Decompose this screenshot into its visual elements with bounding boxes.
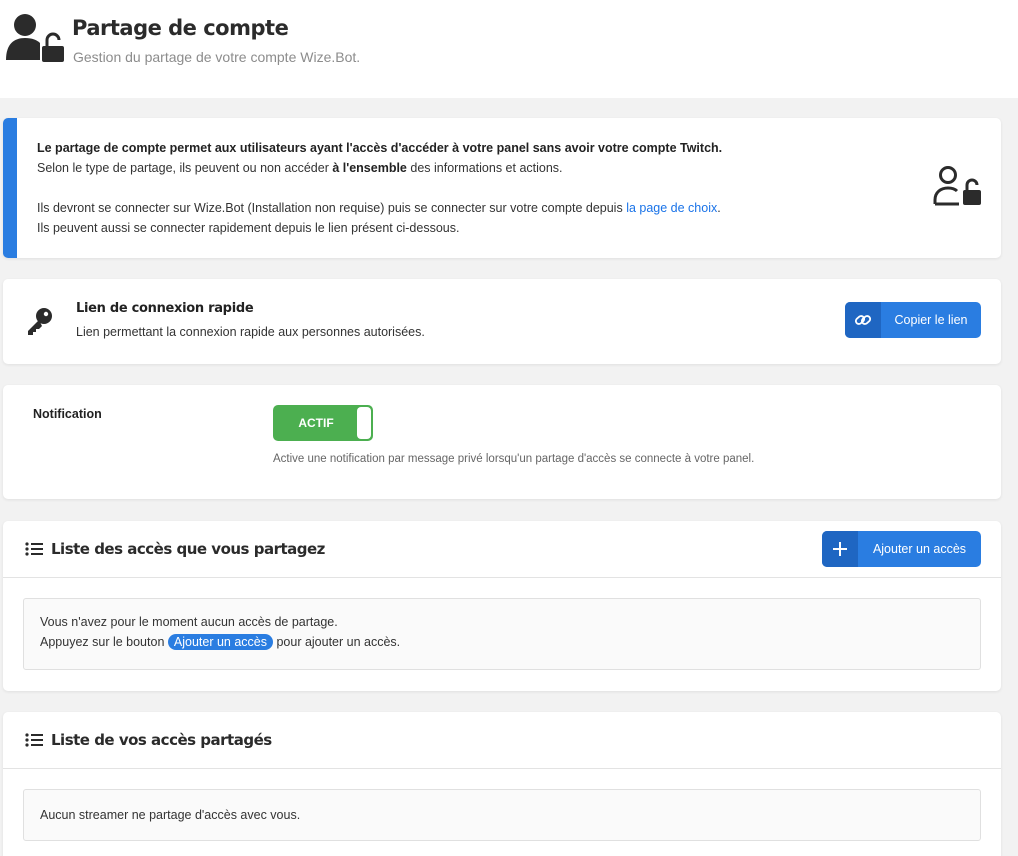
plus-icon — [822, 531, 858, 567]
info-line-3-post: . — [717, 201, 721, 215]
add-access-label: Ajouter un accès — [872, 542, 967, 556]
info-accent-bar — [3, 118, 17, 258]
info-line-2-post: des informations et actions. — [406, 161, 563, 175]
add-access-pill[interactable]: Ajouter un accès — [167, 634, 273, 650]
received-access-title: Liste de vos accès partagés — [51, 731, 272, 749]
add-access-button[interactable]: Ajouter un accès — [822, 531, 981, 567]
info-line-3-pre: Ils devront se connecter sur Wize.Bot (I… — [37, 201, 627, 215]
shared-access-card: Liste des accès que vous partagez Ajoute… — [3, 521, 1001, 691]
link-icon — [845, 302, 881, 338]
list-icon — [25, 733, 43, 747]
notification-description: Active une notification par message priv… — [273, 453, 755, 465]
empty-line-2-post: pour ajouter un accès. — [272, 635, 401, 649]
quick-link-title: Lien de connexion rapide — [76, 301, 254, 316]
toggle-knob — [357, 407, 371, 439]
toggle-label: ACTIF — [298, 416, 334, 430]
notification-card: Notification ACTIF Active une notificati… — [3, 385, 1001, 499]
list-icon — [25, 542, 43, 556]
info-text: Le partage de compte permet aux utilisat… — [37, 138, 722, 238]
notification-toggle[interactable]: ACTIF — [273, 405, 373, 441]
key-icon — [28, 308, 52, 335]
page-title: Partage de compte — [72, 16, 289, 40]
received-empty-text: Aucun streamer ne partage d'accès avec v… — [40, 808, 301, 822]
shared-access-header: Liste des accès que vous partagez Ajoute… — [3, 521, 1001, 578]
quick-link-card: Lien de connexion rapide Lien permettant… — [3, 279, 1001, 364]
shared-access-title: Liste des accès que vous partagez — [51, 540, 325, 558]
choice-page-link[interactable]: la page de choix — [626, 201, 717, 215]
notification-label: Notification — [33, 407, 102, 421]
user-lock-icon — [6, 14, 64, 62]
empty-line-1: Vous n'avez pour le moment aucun accès d… — [40, 615, 338, 629]
page-subtitle: Gestion du partage de votre compte Wize.… — [73, 49, 361, 65]
page-header: Partage de compte Gestion du partage de … — [0, 0, 1018, 98]
received-access-card: Liste de vos accès partagés Aucun stream… — [3, 712, 1001, 856]
info-line-2-bold: à l'ensemble — [332, 161, 407, 175]
copy-link-button[interactable]: Copier le lien — [845, 302, 981, 338]
user-lock-outline-icon — [933, 166, 981, 206]
received-access-empty: Aucun streamer ne partage d'accès avec v… — [23, 789, 981, 841]
shared-access-empty: Vous n'avez pour le moment aucun accès d… — [23, 598, 981, 670]
received-access-header: Liste de vos accès partagés — [3, 712, 1001, 769]
info-card: Le partage de compte permet aux utilisat… — [3, 118, 1001, 258]
info-line-1: Le partage de compte permet aux utilisat… — [37, 141, 723, 155]
info-line-2-pre: Selon le type de partage, ils peuvent ou… — [37, 161, 333, 175]
quick-link-description: Lien permettant la connexion rapide aux … — [76, 325, 425, 339]
copy-link-label: Copier le lien — [894, 313, 968, 327]
info-line-4: Ils peuvent aussi se connecter rapidemen… — [37, 221, 460, 235]
empty-line-2-pre: Appuyez sur le bouton — [40, 635, 168, 649]
